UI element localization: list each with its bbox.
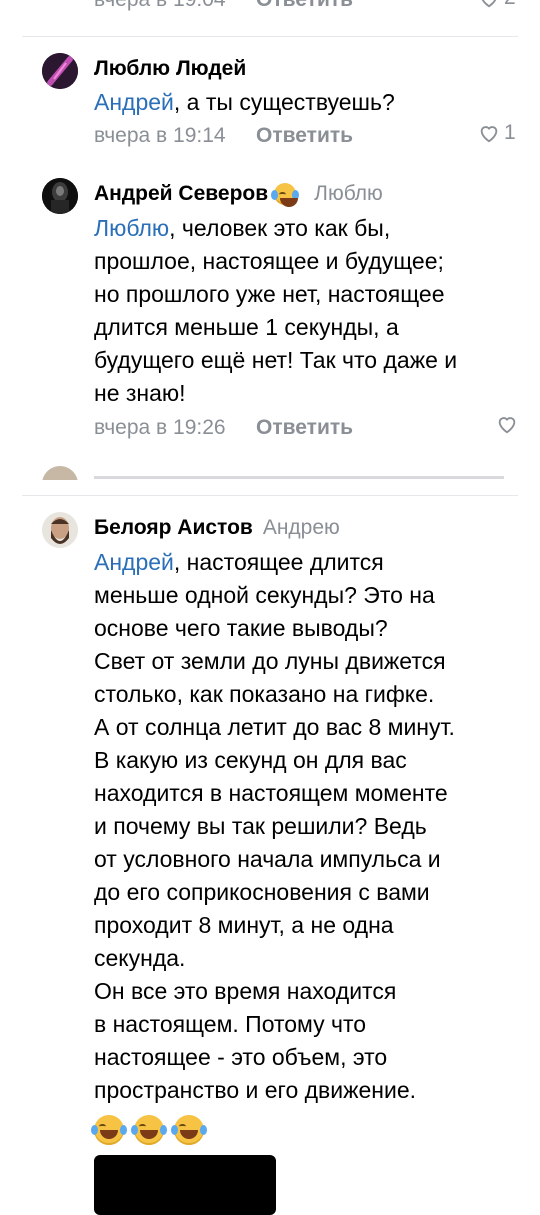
reply-to-name[interactable]: Андрею	[263, 516, 340, 540]
esports-badge-icon	[271, 183, 300, 207]
comment-time: вчера в 19:26	[94, 416, 226, 439]
top-comment-like-count: 2	[504, 0, 516, 10]
reply-button[interactable]: Ответить	[256, 416, 353, 440]
like-button[interactable]	[496, 413, 518, 440]
comment-author[interactable]: Андрей Северов	[94, 182, 268, 206]
emoji-row	[91, 1115, 210, 1145]
avatar[interactable]	[42, 512, 78, 548]
like-count: 1	[504, 121, 516, 144]
laughing-tears-emoji-icon	[91, 1115, 127, 1145]
comment-text: Андрей, а ты существуешь?	[94, 89, 395, 115]
collapsed-comment	[94, 476, 504, 479]
divider	[22, 36, 518, 37]
divider	[22, 495, 518, 496]
comment-author[interactable]: Белояр Аистов	[94, 516, 253, 540]
attached-gif[interactable]	[94, 1155, 276, 1215]
avatar	[42, 466, 78, 480]
heart-icon	[480, 126, 498, 143]
comment-text: Люблю, человек это как бы, прошлое, наст…	[94, 215, 458, 406]
top-comment-time: вчера в 19:04	[94, 0, 226, 12]
heart-icon	[498, 417, 516, 434]
avatar[interactable]	[42, 53, 78, 89]
mention-link[interactable]: Люблю	[94, 215, 169, 241]
comment-header: Белояр Аистов Андрею	[94, 516, 340, 540]
top-comment-like-button[interactable]: 2	[478, 0, 516, 10]
avatar[interactable]	[42, 178, 78, 214]
mention-link[interactable]: Андрей	[94, 89, 174, 115]
comment-text: Андрей, настоящее длится меньше одной се…	[94, 549, 455, 1103]
comment-author[interactable]: Люблю Людей	[94, 57, 246, 81]
reply-to-name[interactable]: Люблю	[314, 182, 383, 206]
comment-time: вчера в 19:14	[94, 124, 226, 147]
heart-icon	[481, 0, 497, 8]
laughing-tears-emoji-icon	[171, 1115, 207, 1145]
like-button[interactable]: 1	[478, 121, 516, 145]
reply-button[interactable]: Ответить	[256, 124, 353, 148]
laughing-tears-emoji-icon	[131, 1115, 167, 1145]
top-comment-reply-button[interactable]: Ответить	[256, 0, 353, 12]
comment-header: Андрей Северов Люблю	[94, 182, 383, 207]
mention-link[interactable]: Андрей	[94, 549, 174, 575]
